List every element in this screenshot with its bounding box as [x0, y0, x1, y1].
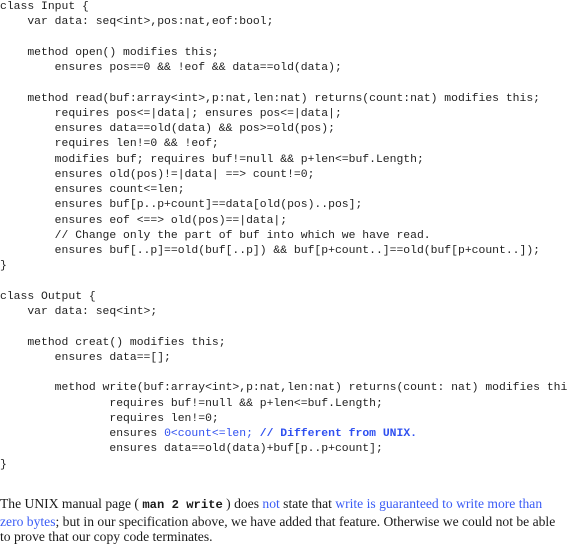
code-line: class Input { — [0, 1, 89, 13]
code-line: method write(buf:array<int>,p:nat,len:na… — [0, 382, 568, 395]
code-line: ensures count<=len; — [0, 184, 185, 196]
code-line: method open() modifies this; — [0, 46, 219, 59]
code-line: ensures pos==0 && !eof && data==old(data… — [0, 62, 342, 74]
code-line: ensures old(pos)!=|data| ==> count!=0; — [0, 168, 315, 181]
code-line: var data: seq<int>,pos:nat,eof:bool; — [0, 16, 274, 29]
code-listing: class Input { var data: seq<int>,pos:nat… — [0, 0, 568, 473]
prose-command-man-2-write: man 2 write — [142, 498, 223, 512]
code-line: ensures buf[p..p+count]==data[old(pos)..… — [0, 199, 363, 212]
code-line: requires buf!=null && p+len<=buf.Length; — [0, 397, 383, 410]
explanation-paragraph: The UNIX manual page ( man 2 write ) doe… — [0, 496, 568, 545]
code-line: ensures data==old(data) && pos>=old(pos)… — [0, 123, 335, 135]
code-line: ensures data==old(data)+buf[p..p+count]; — [0, 443, 383, 456]
prose-text-1: The UNIX manual page ( — [0, 496, 143, 511]
prose-highlight-not: not — [262, 496, 280, 511]
code-line-highlighted: ensures 0<count<=len; // Different from … — [0, 427, 568, 442]
prose-text-2: ) does — [222, 496, 263, 511]
code-line: method creat() modifies this; — [0, 336, 226, 349]
code-tail-lines: ensures data==old(data)+buf[p..p+count];… — [0, 442, 568, 473]
code-line: ensures eof <==> old(pos)==|data|; — [0, 214, 288, 227]
code-highlight-count: 0<count<=len; — [164, 428, 253, 440]
code-line: requires len!=0; — [0, 412, 219, 425]
code-line-prefix: ensures — [0, 428, 165, 440]
code-line: } — [0, 458, 7, 471]
code-line: ensures buf[..p]==old(buf[..p]) && buf[p… — [0, 245, 541, 257]
code-line: class Output { — [0, 290, 96, 303]
code-line: ensures data==[]; — [0, 351, 171, 364]
code-line: modifies buf; requires buf!=null && p+le… — [0, 153, 424, 166]
prose-text-4: ; but in our specification above, we hav… — [0, 513, 556, 545]
prose-text-3: state that — [279, 496, 336, 511]
code-line: var data: seq<int>; — [0, 306, 158, 318]
code-line: // Change only the part of buf into whic… — [0, 229, 431, 242]
code-line: } — [0, 260, 7, 273]
code-line: method read(buf:array<int>,p:nat,len:nat… — [0, 92, 541, 105]
code-line: requires pos<=|data|; ensures pos<=|data… — [0, 107, 342, 120]
code-lines: class Input { var data: seq<int>,pos:nat… — [0, 0, 568, 427]
code-comment-different-from-unix: // Different from UNIX. — [259, 428, 417, 440]
code-line: requires len!=0 && !eof; — [0, 138, 219, 151]
